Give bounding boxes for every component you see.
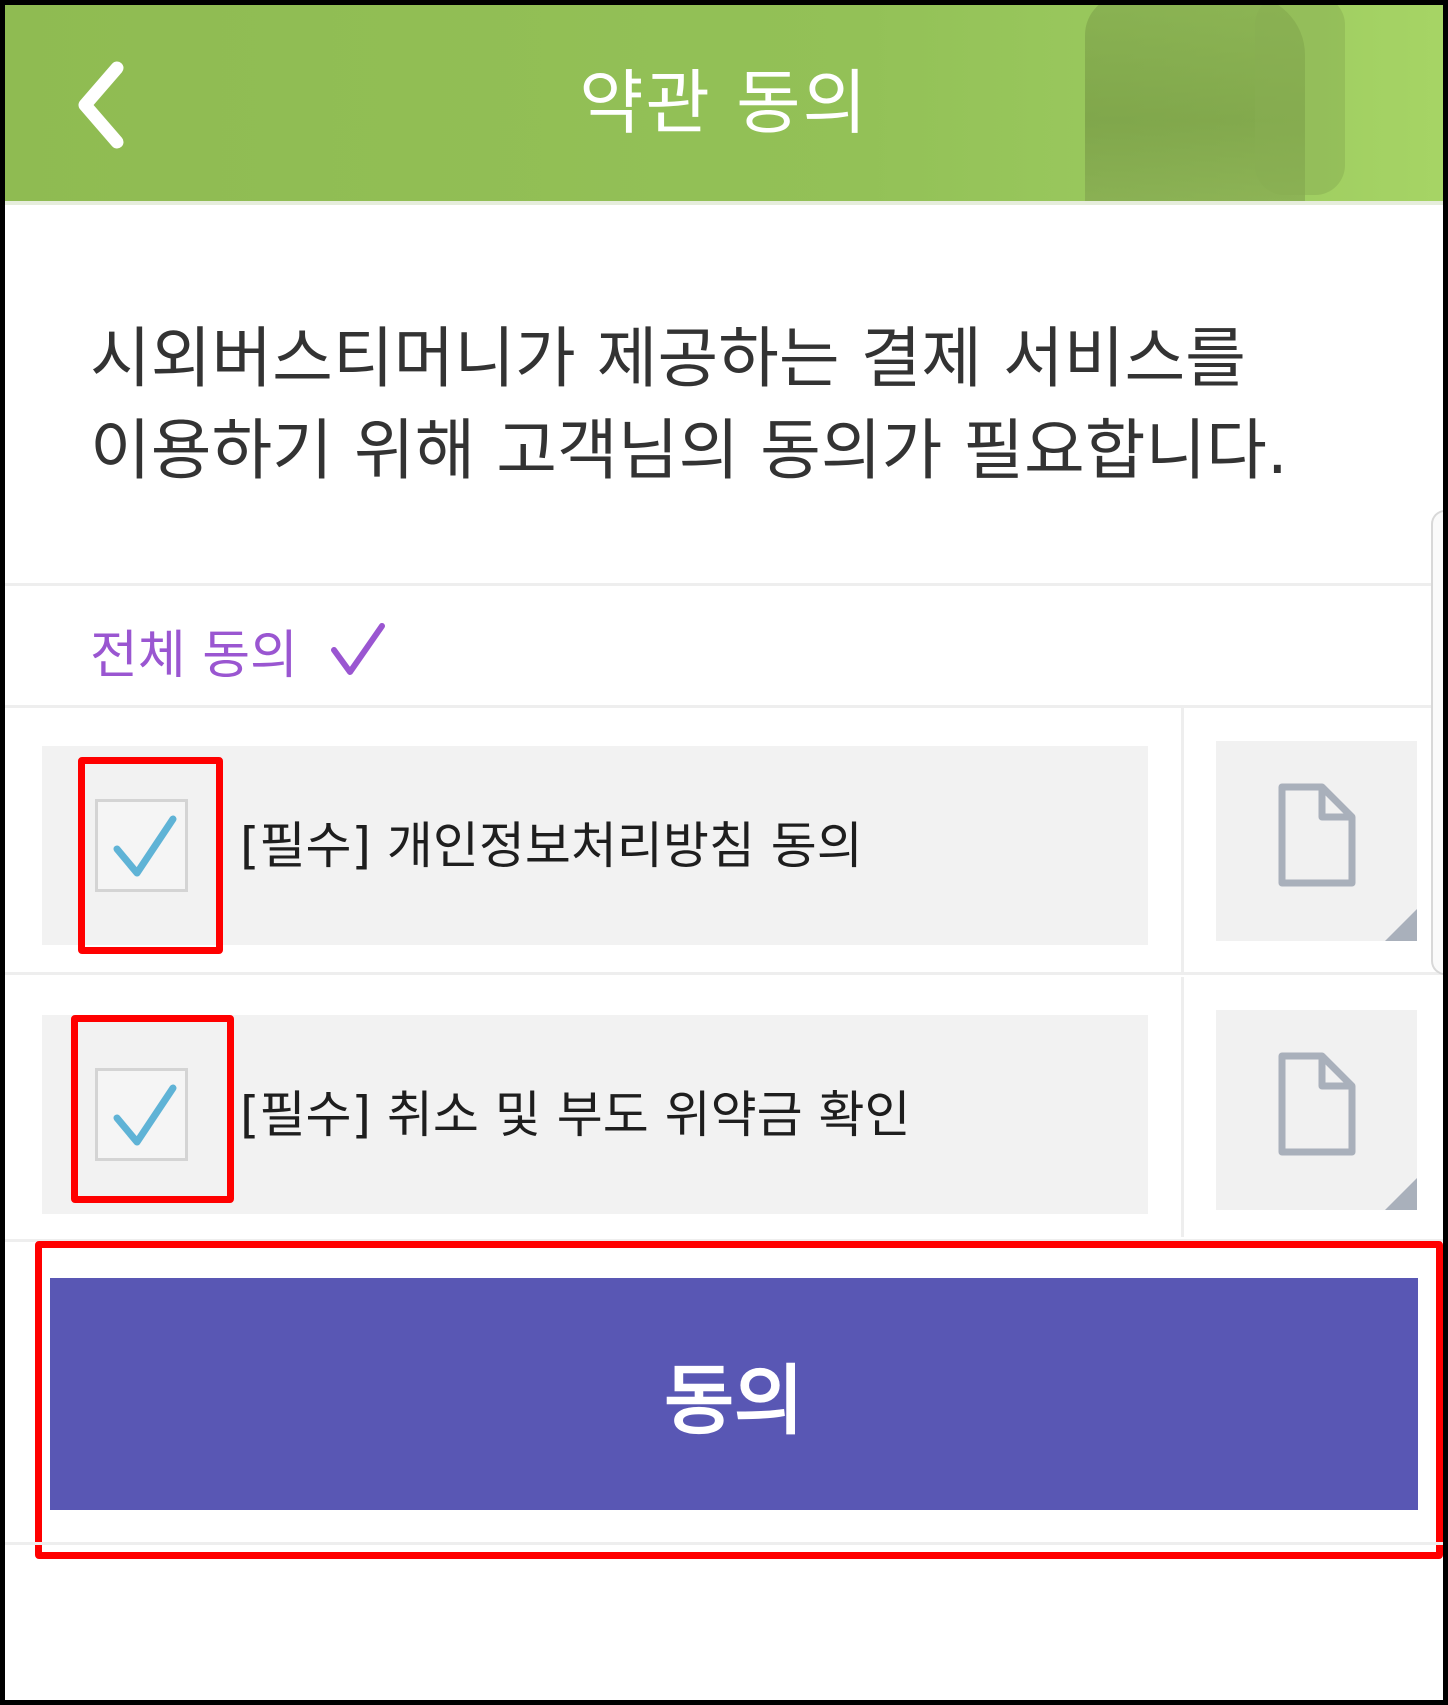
divider [5, 705, 1443, 708]
divider [1181, 977, 1184, 1237]
terms-checkbox-cancellation[interactable] [95, 1068, 188, 1161]
checkmark-icon [330, 623, 385, 675]
view-terms-cancellation-button[interactable] [1216, 1010, 1417, 1210]
divider [5, 1239, 1443, 1242]
divider [1181, 708, 1184, 973]
checkmark-icon [113, 1084, 177, 1146]
consent-description: 시외버스티머니가 제공하는 결제 서비스를 이용하기 위해 고객님의 동의가 필… [90, 313, 1350, 497]
corner-triangle-icon [1385, 1178, 1417, 1210]
view-terms-privacy-button[interactable] [1216, 741, 1417, 941]
chevron-left-icon [78, 61, 124, 149]
terms-checkbox-privacy[interactable] [95, 799, 188, 892]
divider [5, 1542, 1443, 1545]
page-title: 약관 동의 [579, 62, 869, 144]
divider [5, 583, 1443, 586]
terms-row-privacy[interactable]: [필수] 개인정보처리방침 동의 [42, 746, 1148, 945]
document-icon [1278, 1052, 1356, 1156]
terms-row-cancellation[interactable]: [필수] 취소 및 부도 위약금 확인 [42, 1015, 1148, 1214]
description-line-2: 이용하기 위해 고객님의 동의가 필요합니다. [90, 412, 1288, 489]
terms-label-cancellation: [필수] 취소 및 부도 위약금 확인 [240, 1086, 911, 1144]
header-bar: 약관 동의 [5, 5, 1443, 205]
corner-triangle-icon [1385, 909, 1417, 941]
all-agree-toggle[interactable]: 전체 동의 [90, 610, 388, 690]
all-agree-label: 전체 동의 [90, 625, 298, 686]
terms-label-privacy: [필수] 개인정보처리방침 동의 [240, 817, 863, 875]
agree-button[interactable]: 동의 [50, 1278, 1418, 1510]
scrollbar[interactable] [1431, 510, 1443, 975]
checkmark-icon [113, 815, 177, 877]
screen: 약관 동의 시외버스티머니가 제공하는 결제 서비스를 이용하기 위해 고객님의… [0, 0, 1448, 1705]
document-icon [1278, 783, 1356, 887]
description-line-1: 시외버스티머니가 제공하는 결제 서비스를 [90, 320, 1246, 397]
divider [5, 972, 1443, 975]
back-button[interactable] [75, 60, 145, 150]
